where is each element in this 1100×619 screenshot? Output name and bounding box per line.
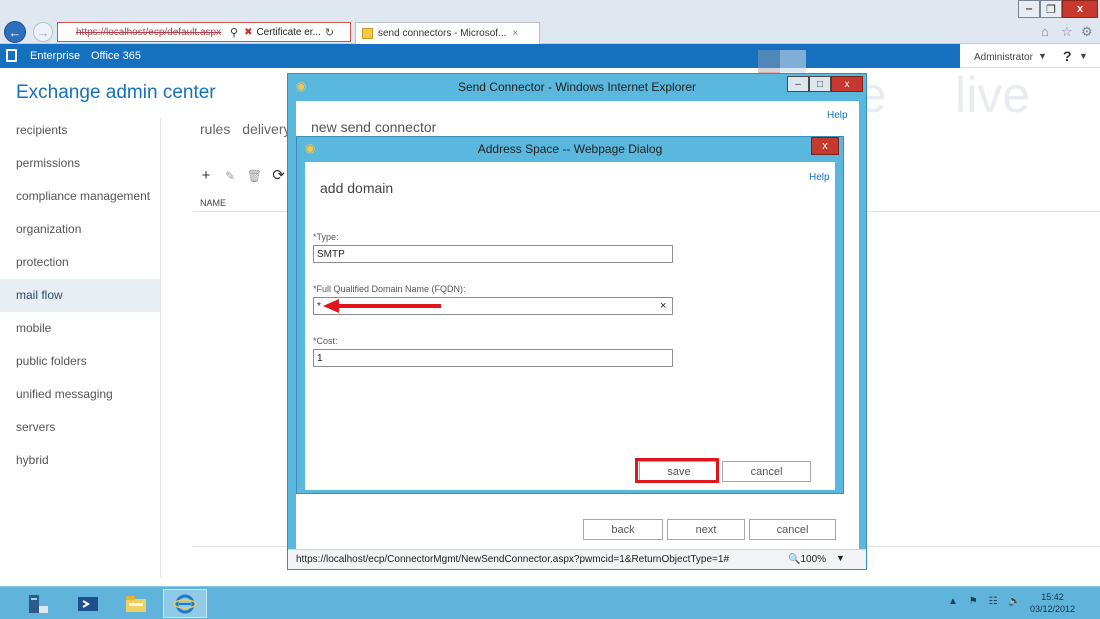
sidebar-item-recipients[interactable]: recipients <box>0 114 160 147</box>
tab-title: send connectors - Microsof... <box>378 28 507 39</box>
tab-rules[interactable]: rules <box>200 121 230 137</box>
wizard-heading: new send connector <box>311 119 437 135</box>
clock-time: 15:42 <box>1041 592 1064 602</box>
action-center-flag-icon[interactable]: ⚑ <box>969 596 978 607</box>
edit-icon[interactable]: ✎ <box>220 169 240 183</box>
internet-explorer-icon[interactable] <box>163 589 207 618</box>
address-url[interactable]: https://localhost/ecp/default.aspx <box>76 27 224 38</box>
chevron-down-icon[interactable]: ▼ <box>836 553 845 563</box>
chevron-down-icon[interactable]: ▼ <box>1038 51 1047 61</box>
back-arrow-icon[interactable]: ← <box>4 21 26 43</box>
list-toolbar: + ✎ 🗑 ⟳ <box>196 166 289 184</box>
help-link[interactable]: Help <box>809 172 830 183</box>
sidebar-item-hybrid[interactable]: hybrid <box>0 444 160 477</box>
status-url: https://localhost/ecp/ConnectorMgmt/NewS… <box>296 554 730 565</box>
clear-icon[interactable]: × <box>660 300 666 312</box>
sidebar-item-permissions[interactable]: permissions <box>0 147 160 180</box>
back-button[interactable]: back <box>583 519 663 540</box>
cert-error-label[interactable]: Certificate er... <box>256 27 320 38</box>
cert-error-icon[interactable]: ✖ <box>244 27 252 38</box>
zoom-icon: 🔍 <box>788 554 801 565</box>
forward-arrow-icon[interactable]: → <box>33 22 53 42</box>
sidebar-item-compliance-management[interactable]: compliance management <box>0 180 160 213</box>
type-label: *Type: <box>313 232 339 242</box>
suite-bar: Enterprise Office 365 <box>0 44 1100 68</box>
search-icon[interactable]: ⚲ <box>230 26 238 39</box>
column-header-name[interactable]: NAME <box>200 198 226 208</box>
help-link[interactable]: Help <box>827 110 848 121</box>
red-arrow-annotation <box>323 299 441 313</box>
type-field[interactable] <box>313 245 673 263</box>
cost-field[interactable] <box>313 349 673 367</box>
dialog-title: Address Space -- Webpage Dialog <box>477 142 663 156</box>
taskbar: ▲ ⚑ ☷ 🔈 15:42 03/12/2012 <box>0 586 1100 619</box>
dialog-heading: add domain <box>320 180 394 196</box>
nav-office-365[interactable]: Office 365 <box>91 50 141 62</box>
volume-icon[interactable]: 🔈 <box>1008 596 1020 607</box>
sidebar-item-mail-flow[interactable]: mail flow <box>0 279 160 312</box>
minimize-icon[interactable]: ‒ <box>787 76 809 92</box>
browser-chrome: ← → https://localhost/ecp/default.aspx ⚲… <box>0 0 1100 44</box>
sidebar-divider <box>160 118 161 578</box>
maximize-icon[interactable]: □ <box>809 76 831 92</box>
cancel-button[interactable]: cancel <box>749 519 836 540</box>
mail-flow-tabs: rules delivery <box>200 121 299 137</box>
brand-word-live: live <box>955 67 1031 123</box>
sidebar-item-public-folders[interactable]: public folders <box>0 345 160 378</box>
cancel-button[interactable]: cancel <box>722 461 811 482</box>
network-icon[interactable]: ☷ <box>988 596 997 607</box>
sidebar-item-mobile[interactable]: mobile <box>0 312 160 345</box>
address-space-body: add domain Help *Type: *Full Qualified D… <box>305 162 835 490</box>
zoom-value: 100% <box>800 554 827 565</box>
settings-gear-icon[interactable]: ⚙ <box>1081 24 1093 40</box>
sidebar: recipients permissions compliance manage… <box>0 114 160 477</box>
address-space-dialog: ◉ Address Space -- Webpage Dialog x add … <box>296 136 844 494</box>
home-icon[interactable]: ⌂ <box>1041 24 1049 39</box>
tray-expand-icon[interactable]: ▲ <box>948 596 958 607</box>
refresh-icon[interactable]: ⟳ <box>269 166 289 184</box>
user-area: Administrator ▼ ? ▼ <box>960 44 1100 68</box>
sidebar-item-servers[interactable]: servers <box>0 411 160 444</box>
save-button[interactable]: save <box>639 461 719 482</box>
refresh-icon[interactable]: ↻ <box>325 26 334 39</box>
next-button[interactable]: next <box>667 519 745 540</box>
tab-delivery[interactable]: delivery <box>242 121 290 137</box>
system-clock[interactable]: 15:42 03/12/2012 <box>1030 591 1075 615</box>
send-connector-titlebar[interactable]: ◉ Send Connector - Windows Internet Expl… <box>288 74 866 100</box>
favorites-star-icon[interactable]: ☆ <box>1061 24 1073 40</box>
sidebar-item-organization[interactable]: organization <box>0 213 160 246</box>
clock-date: 03/12/2012 <box>1030 604 1076 614</box>
file-explorer-icon[interactable] <box>114 589 158 618</box>
minimize-icon[interactable]: ‒ <box>1018 0 1040 18</box>
zoom-level[interactable]: 🔍100% <box>788 554 826 565</box>
browser-tab[interactable]: send connectors - Microsof... × <box>355 22 540 44</box>
add-icon[interactable]: + <box>196 167 216 184</box>
powershell-icon[interactable] <box>66 589 110 618</box>
fqdn-label: *Full Qualified Domain Name (FQDN): <box>313 284 466 294</box>
tab-close-icon[interactable]: × <box>512 28 518 39</box>
window-title: Send Connector - Windows Internet Explor… <box>457 80 697 94</box>
page-title: Exchange admin center <box>16 82 216 103</box>
address-bar[interactable]: https://localhost/ecp/default.aspx ⚲ ✖ C… <box>57 22 351 42</box>
nav-enterprise[interactable]: Enterprise <box>30 50 80 62</box>
status-bar: https://localhost/ecp/ConnectorMgmt/NewS… <box>288 549 866 569</box>
admin-user-menu[interactable]: Administrator <box>974 52 1033 63</box>
sidebar-item-unified-messaging[interactable]: unified messaging <box>0 378 160 411</box>
chevron-down-icon[interactable]: ▼ <box>1079 51 1088 61</box>
page-favicon-icon <box>362 28 373 39</box>
window-close-icon[interactable]: x <box>1062 0 1098 18</box>
system-tray: ▲ ⚑ ☷ 🔈 <box>948 596 1029 607</box>
restore-icon[interactable]: ❐ <box>1040 0 1062 18</box>
delete-icon[interactable]: 🗑 <box>244 169 264 183</box>
close-icon[interactable]: x <box>811 137 839 155</box>
help-icon[interactable]: ? <box>1063 48 1072 64</box>
close-icon[interactable]: x <box>831 76 863 92</box>
server-manager-icon[interactable] <box>16 589 60 618</box>
cost-label: *Cost: <box>313 336 338 346</box>
office-logo-icon <box>6 49 17 62</box>
sidebar-item-protection[interactable]: protection <box>0 246 160 279</box>
